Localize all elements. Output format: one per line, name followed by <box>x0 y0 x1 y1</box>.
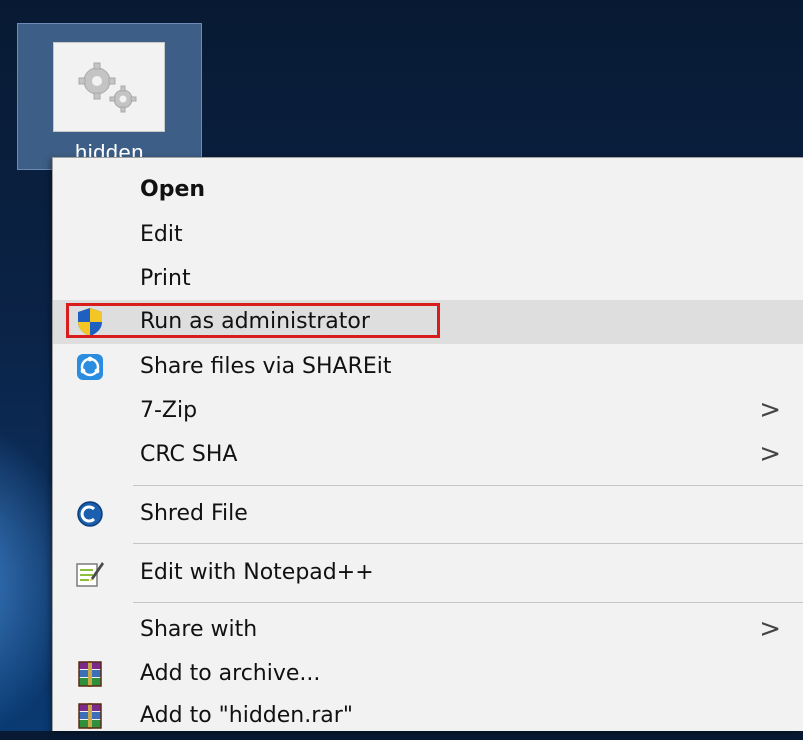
context-menu: Open Edit Print Run as administrator Sha… <box>52 157 803 731</box>
shareit-icon <box>73 352 107 382</box>
menu-separator <box>133 485 803 486</box>
menu-item-label: Add to archive... <box>140 661 321 686</box>
menu-item-label: Share files via SHAREit <box>140 354 392 379</box>
menu-item-add-to-archive[interactable]: Add to archive... <box>53 652 803 696</box>
winrar-icon <box>73 659 107 689</box>
menu-item-shred-file[interactable]: Shred File <box>53 492 803 536</box>
submenu-chevron-icon: > <box>759 395 781 425</box>
menu-item-share-with[interactable]: Share with > <box>53 608 803 652</box>
menu-item-label: CRC SHA <box>140 442 238 467</box>
notepad-plus-plus-icon <box>73 558 107 588</box>
menu-item-label: Share with <box>140 617 258 642</box>
winrar-icon <box>73 701 107 731</box>
menu-item-label: Edit <box>140 222 183 247</box>
menu-item-label: Add to "hidden.rar" <box>140 703 353 728</box>
menu-item-run-as-administrator[interactable]: Run as administrator <box>53 300 803 344</box>
menu-item-label: 7-Zip <box>140 398 198 423</box>
menu-item-open[interactable]: Open <box>53 168 803 212</box>
menu-item-7-zip[interactable]: 7-Zip > <box>53 389 803 433</box>
menu-item-print[interactable]: Print <box>53 257 803 301</box>
menu-item-label: Edit with Notepad++ <box>140 560 374 585</box>
menu-item-edit[interactable]: Edit <box>53 213 803 257</box>
desktop: hidden Open Edit Print Run as administra… <box>0 0 803 740</box>
menu-item-add-to-hidden-rar[interactable]: Add to "hidden.rar" <box>53 694 803 738</box>
menu-item-label: Open <box>140 177 206 202</box>
menu-item-crc-sha[interactable]: CRC SHA > <box>53 433 803 477</box>
shred-file-icon <box>73 499 107 529</box>
menu-item-label: Shred File <box>140 501 248 526</box>
highlight-outline-box <box>66 303 440 338</box>
menu-item-label: Print <box>140 266 191 291</box>
menu-item-edit-with-notepad-plus-plus[interactable]: Edit with Notepad++ <box>53 551 803 595</box>
submenu-chevron-icon: > <box>759 439 781 469</box>
desktop-file-icon-selected[interactable]: hidden <box>17 23 202 170</box>
submenu-chevron-icon: > <box>759 614 781 644</box>
menu-item-share-files-via-shareit[interactable]: Share files via SHAREit <box>53 345 803 389</box>
gears-file-icon <box>53 42 165 132</box>
menu-separator <box>133 543 803 544</box>
menu-separator <box>133 602 803 603</box>
